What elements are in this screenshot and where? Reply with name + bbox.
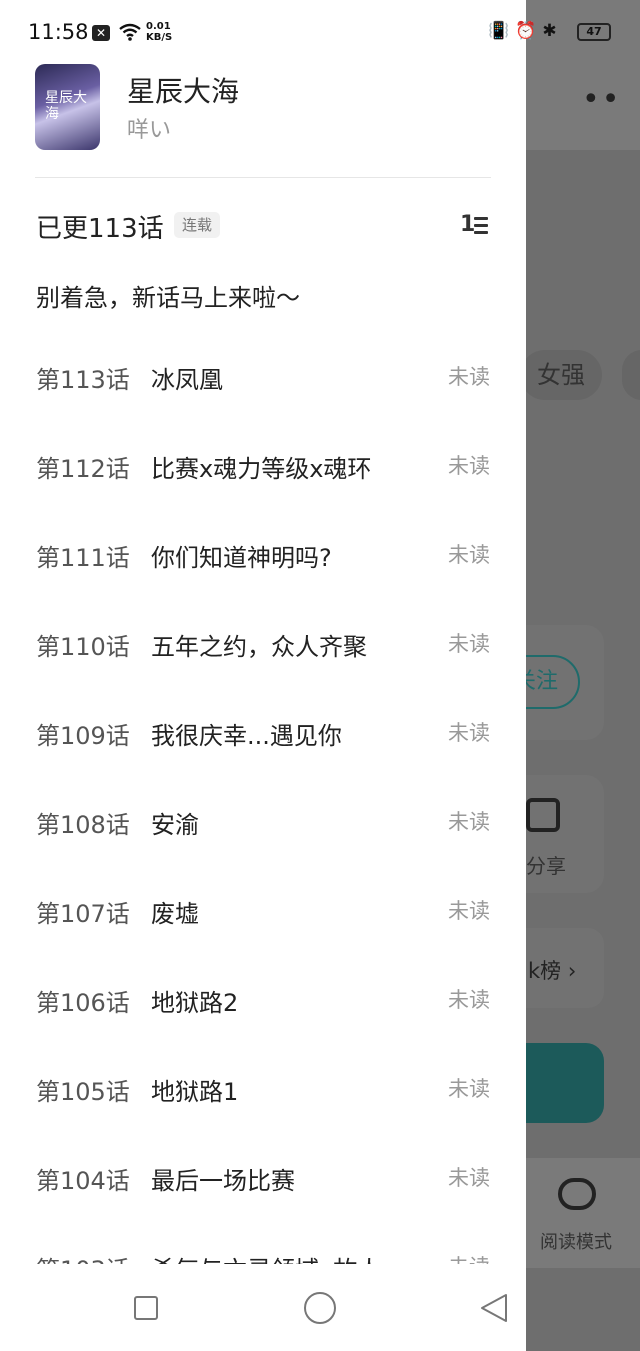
chapter-title: 地狱路1 <box>151 1078 239 1106</box>
status-time: 11:58 <box>28 20 89 44</box>
chapter-row[interactable]: 第111话 你们知道神明吗? 未读 <box>0 508 526 597</box>
chapter-row[interactable]: 第106话 地狱路2 未读 <box>0 953 526 1042</box>
chapter-row[interactable]: 第112话 比赛x魂力等级x魂环 未读 <box>0 419 526 508</box>
chapter-row[interactable]: 第104话 最后一场比赛 未读 <box>0 1131 526 1220</box>
home-icon[interactable] <box>304 1292 336 1324</box>
system-nav-bar <box>0 1264 640 1351</box>
status-badge: 连载 <box>174 212 221 238</box>
book-author: 咩い <box>127 118 172 143</box>
recent-apps-icon[interactable] <box>134 1296 158 1320</box>
chapter-read-status: 未读 <box>448 810 490 834</box>
background-tag-partial <box>622 350 640 400</box>
chapter-row[interactable]: 第105话 地狱路1 未读 <box>0 1042 526 1131</box>
chapter-number: 第110话 <box>36 633 130 661</box>
chapter-row[interactable]: 第113话 冰凤凰 未读 <box>0 330 526 419</box>
chapter-read-status: 未读 <box>448 1251 490 1264</box>
background-rank-link: k榜 › <box>528 959 577 983</box>
wifi-icon <box>118 22 142 47</box>
chapter-row[interactable]: 第109话 我很庆幸...遇见你 未读 <box>0 686 526 775</box>
chapter-title: 我很庆幸...遇见你 <box>151 722 342 750</box>
nav-bar-background <box>0 1264 526 1351</box>
chapter-read-status: 未读 <box>448 899 490 923</box>
chapter-row[interactable]: 第107话 废墟 未读 <box>0 864 526 953</box>
divider <box>35 177 491 178</box>
chapter-number: 第112话 <box>36 455 130 483</box>
book-title: 星辰大海 <box>127 75 240 108</box>
battery-icon: 47 <box>577 23 611 41</box>
status-icons: 📳⏰✱ <box>488 21 563 41</box>
chapter-number: 第103话 <box>36 1250 130 1264</box>
chapter-read-status: 未读 <box>448 365 490 389</box>
screen: í •• 女强 关注 分享 k榜 › 阅读模式 11:58 ✕ 0.01 KB/… <box>0 0 640 1351</box>
chapter-row[interactable]: 第108话 安渝 未读 <box>0 775 526 864</box>
chapter-list: 第113话 冰凤凰 未读 第112话 比赛x魂力等级x魂环 未读 第111话 你… <box>0 330 526 1264</box>
chapter-number: 第109话 <box>36 722 130 750</box>
network-speed-value: 0.01 <box>146 21 171 32</box>
chapter-read-status: 未读 <box>448 1166 490 1190</box>
read-mode-icon <box>558 1178 596 1210</box>
sort-order-icon[interactable]: 1 <box>460 212 490 238</box>
vibrate-icon: 📳 <box>488 21 516 41</box>
status-bar: 11:58 ✕ 0.01 KB/S 📳⏰✱ 47 <box>0 0 640 64</box>
chapter-number: 第107话 <box>36 900 130 928</box>
close-box-icon: ✕ <box>92 25 110 41</box>
background-tag: 女强 <box>520 350 602 400</box>
chapter-read-status: 未读 <box>448 721 490 745</box>
chapter-count-label: 已更113话 <box>36 214 164 244</box>
background-read-mode-label: 阅读模式 <box>540 1232 612 1253</box>
chapter-row[interactable]: 第110话 五年之约，众人齐聚 未读 <box>0 597 526 686</box>
book-cover[interactable]: 星辰大海 <box>35 64 100 150</box>
battery-level: 47 <box>586 25 602 38</box>
chapter-title: 你们知道神明吗? <box>151 544 332 572</box>
chapter-row[interactable]: 第103话 杀气与亡灵领域x故人 未读 <box>0 1220 526 1264</box>
chapter-read-status: 未读 <box>448 454 490 478</box>
chapter-read-status: 未读 <box>448 632 490 656</box>
share-icon <box>526 798 560 832</box>
chapter-title: 安渝 <box>151 811 199 839</box>
chapter-number: 第113话 <box>36 366 130 394</box>
chapter-number: 第108话 <box>36 811 130 839</box>
chapter-number: 第106话 <box>36 989 130 1017</box>
network-speed-unit: KB/S <box>146 32 173 43</box>
background-rank-label: k榜 <box>528 959 562 983</box>
chapter-title: 最后一场比赛 <box>151 1167 295 1195</box>
chapter-title: 地狱路2 <box>151 989 239 1017</box>
network-speed: 0.01 KB/S <box>146 21 172 43</box>
bluetooth-icon: ✱ <box>542 21 563 41</box>
chapter-read-status: 未读 <box>448 1077 490 1101</box>
chapter-read-status: 未读 <box>448 543 490 567</box>
background-share-label: 分享 <box>526 854 566 878</box>
chapter-title: 五年之约，众人齐聚 <box>151 633 367 661</box>
more-icon: •• <box>582 82 622 117</box>
chapter-number: 第111话 <box>36 544 130 572</box>
chapter-read-status: 未读 <box>448 988 490 1012</box>
chapter-title: 比赛x魂力等级x魂环 <box>151 455 372 483</box>
chapter-drawer: 星辰大海 星辰大海 咩い 已更113话 连载 1 别着急，新话马上来啦～ 第11… <box>0 0 526 1351</box>
back-icon[interactable] <box>478 1292 510 1324</box>
book-cover-title: 星辰大海 <box>45 90 87 122</box>
update-notice: 别着急，新话马上来啦～ <box>36 284 300 312</box>
chapter-title: 冰凤凰 <box>151 366 223 394</box>
chapter-title: 杀气与亡灵领域x故人 <box>151 1250 381 1264</box>
alarm-icon: ⏰ <box>515 21 543 41</box>
chapter-title: 废墟 <box>151 900 199 928</box>
chapter-number: 第105话 <box>36 1078 130 1106</box>
chapter-number: 第104话 <box>36 1167 130 1195</box>
